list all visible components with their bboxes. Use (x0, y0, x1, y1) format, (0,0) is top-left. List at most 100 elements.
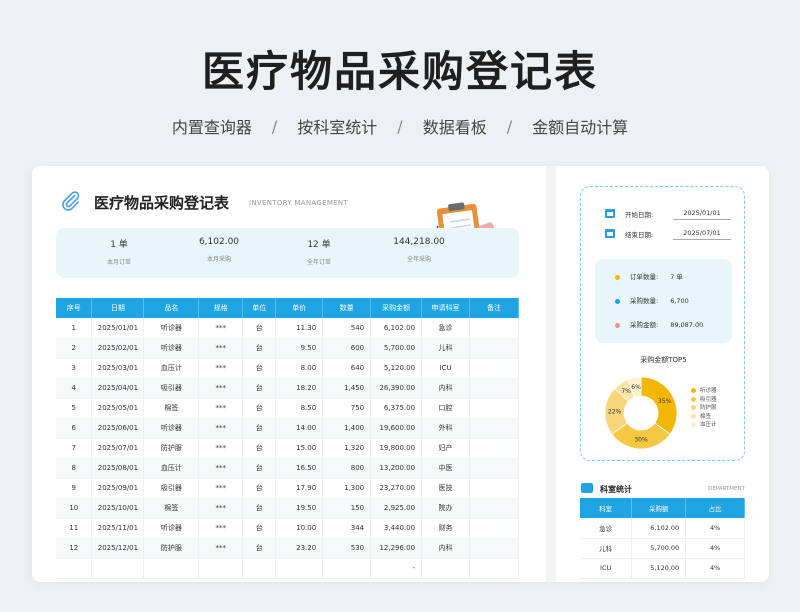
table-cell[interactable]: 4 (56, 378, 93, 399)
table-cell[interactable] (421, 558, 470, 579)
table-cell[interactable] (469, 398, 519, 419)
table-cell[interactable]: 18.20 (275, 378, 324, 399)
table-cell[interactable]: 640 (322, 358, 372, 379)
table-cell[interactable]: *** (198, 498, 244, 519)
column-header[interactable]: 备注 (469, 298, 519, 318)
table-cell[interactable]: 棉签 (143, 398, 200, 419)
table-cell[interactable] (469, 498, 519, 519)
table-cell[interactable]: 17.90 (275, 478, 324, 499)
column-header[interactable]: 日期 (91, 298, 145, 318)
table-cell[interactable]: 2025/09/01 (91, 478, 145, 499)
table-cell[interactable]: 800 (322, 458, 372, 479)
table-cell[interactable]: *** (198, 318, 244, 339)
table-cell[interactable]: 防护服 (143, 438, 200, 459)
column-header[interactable]: 占比 (685, 498, 745, 518)
legend-item[interactable]: 听诊器 (691, 387, 717, 396)
table-cell[interactable]: 6,102.00 (370, 318, 423, 339)
table-cell[interactable]: 1,320 (322, 438, 372, 459)
table-cell[interactable]: 2025/11/01 (91, 518, 145, 539)
table-cell[interactable] (469, 358, 519, 379)
table-cell[interactable]: 2025/10/01 (91, 498, 145, 519)
table-cell[interactable]: 3 (56, 358, 93, 379)
column-header[interactable]: 单位 (242, 298, 277, 318)
table-cell[interactable]: 急诊 (580, 518, 633, 539)
column-header[interactable]: 申请科室 (421, 298, 470, 318)
table-cell[interactable]: 12 (56, 538, 93, 559)
table-cell[interactable]: 4% (685, 518, 745, 539)
table-cell[interactable]: 儿科 (580, 538, 633, 559)
table-cell[interactable] (469, 438, 519, 459)
table-cell[interactable]: 9.50 (275, 338, 324, 359)
table-cell[interactable]: 外科 (421, 418, 470, 439)
table-cell[interactable]: *** (198, 458, 244, 479)
table-cell[interactable]: 15.00 (275, 438, 324, 459)
table-cell[interactable]: 23,270.00 (370, 478, 423, 499)
table-cell[interactable]: 344 (322, 518, 372, 539)
table-cell[interactable]: 5,120.00 (631, 558, 687, 579)
table-cell[interactable]: 2025/01/01 (91, 318, 145, 339)
table-cell[interactable]: 6 (56, 418, 93, 439)
table-cell[interactable]: 4% (685, 558, 745, 579)
table-cell[interactable]: *** (198, 438, 244, 459)
table-cell[interactable]: 1,300 (322, 478, 372, 499)
table-cell[interactable]: 台 (242, 378, 277, 399)
table-cell[interactable]: 12,296.00 (370, 538, 423, 559)
table-cell[interactable]: 台 (242, 538, 277, 559)
table-cell[interactable] (469, 558, 519, 579)
table-cell[interactable]: *** (198, 538, 244, 559)
table-cell[interactable]: 2025/12/01 (91, 538, 145, 559)
table-cell[interactable] (469, 318, 519, 339)
table-cell[interactable]: 台 (242, 318, 277, 339)
column-header[interactable]: 科室 (580, 498, 633, 518)
table-cell[interactable]: 口腔 (421, 398, 470, 419)
table-cell[interactable]: 台 (242, 458, 277, 479)
table-cell[interactable] (469, 538, 519, 559)
table-cell[interactable]: 台 (242, 478, 277, 499)
table-cell[interactable]: 5 (56, 398, 93, 419)
table-cell[interactable]: 台 (242, 338, 277, 359)
table-cell[interactable]: 530 (322, 538, 372, 559)
table-cell[interactable]: *** (198, 378, 244, 399)
legend-item[interactable]: 防护服 (691, 404, 717, 413)
table-cell[interactable]: 11 (56, 518, 93, 539)
table-cell[interactable]: 血压计 (143, 358, 200, 379)
table-cell[interactable]: 1,450 (322, 378, 372, 399)
table-cell[interactable]: 2025/02/01 (91, 338, 145, 359)
table-cell[interactable]: 台 (242, 398, 277, 419)
table-cell[interactable] (469, 338, 519, 359)
table-cell[interactable]: 540 (322, 318, 372, 339)
table-cell[interactable]: 院办 (421, 498, 470, 519)
table-cell[interactable]: 听诊器 (143, 338, 200, 359)
table-cell[interactable]: 2025/08/01 (91, 458, 145, 479)
table-cell[interactable]: 19.50 (275, 498, 324, 519)
table-cell[interactable]: 血压计 (143, 458, 200, 479)
table-cell[interactable] (56, 558, 93, 579)
column-header[interactable]: 数量 (322, 298, 372, 318)
table-cell[interactable]: 中医 (421, 458, 470, 479)
column-header[interactable]: 单价 (275, 298, 324, 318)
table-cell[interactable]: 7 (56, 438, 93, 459)
table-cell[interactable]: 1,400 (322, 418, 372, 439)
table-cell[interactable] (143, 558, 200, 579)
table-cell[interactable]: *** (198, 518, 244, 539)
column-header[interactable]: 采购额 (631, 498, 687, 518)
table-cell[interactable]: 台 (242, 438, 277, 459)
table-cell[interactable]: 5,120.00 (370, 358, 423, 379)
table-cell[interactable]: 内科 (421, 538, 470, 559)
table-cell[interactable]: 8.00 (275, 358, 324, 379)
table-cell[interactable]: 13,200.00 (370, 458, 423, 479)
column-header[interactable]: 序号 (56, 298, 93, 318)
table-cell[interactable]: 10 (56, 498, 93, 519)
table-cell[interactable]: 台 (242, 498, 277, 519)
column-header[interactable]: 采购金额 (370, 298, 423, 318)
table-cell[interactable]: 150 (322, 498, 372, 519)
table-cell[interactable]: 19,800.00 (370, 438, 423, 459)
table-cell[interactable]: 听诊器 (143, 518, 200, 539)
legend-item[interactable]: 血压计 (691, 421, 717, 430)
table-cell[interactable]: - (370, 558, 423, 579)
start-date-input[interactable]: 2025/01/01 (673, 209, 731, 220)
table-cell[interactable]: 2,925.00 (370, 498, 423, 519)
table-cell[interactable] (469, 458, 519, 479)
table-cell[interactable]: *** (198, 358, 244, 379)
table-cell[interactable]: 11.30 (275, 318, 324, 339)
